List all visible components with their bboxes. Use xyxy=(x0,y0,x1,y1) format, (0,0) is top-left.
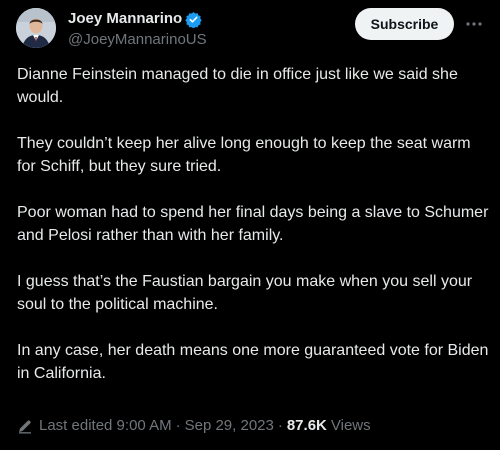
tweet-paragraph: They couldn’t keep her alive long enough… xyxy=(17,135,471,175)
tweet-paragraph: Dianne Feinstein managed to die in offic… xyxy=(17,66,458,106)
pencil-icon[interactable] xyxy=(17,418,33,434)
handle[interactable]: @JoeyMannarinoUS xyxy=(68,30,207,50)
tweet-text: Dianne Feinstein managed to die in offic… xyxy=(17,63,492,408)
separator: · xyxy=(277,417,283,434)
tweet-paragraph: Poor woman had to spend her final days b… xyxy=(17,204,489,244)
profile-photo-icon xyxy=(16,8,56,48)
author-block: Joey Mannarino @JoeyMannarinoUS xyxy=(68,9,207,50)
verified-badge-icon[interactable] xyxy=(185,11,202,28)
edited-label[interactable]: Last edited 9:00 AM xyxy=(39,416,172,436)
tweet-date[interactable]: Sep 29, 2023 xyxy=(185,416,274,436)
avatar[interactable] xyxy=(16,8,56,48)
views-label: Views xyxy=(330,417,371,434)
separator: · xyxy=(175,417,181,434)
more-horizontal-icon[interactable] xyxy=(464,14,484,34)
subscribe-button[interactable]: Subscribe xyxy=(355,8,454,40)
views-count[interactable]: 87.6K xyxy=(287,416,327,436)
display-name[interactable]: Joey Mannarino xyxy=(68,9,182,29)
tweet-card: Joey Mannarino @JoeyMannarinoUS Subscrib… xyxy=(0,0,500,450)
tweet-meta: Last edited 9:00 AM · Sep 29, 2023 · 87.… xyxy=(17,416,371,436)
tweet-paragraph: I guess that’s the Faustian bargain you … xyxy=(17,273,473,313)
tweet-paragraph: In any case, her death means one more gu… xyxy=(17,342,489,382)
name-row: Joey Mannarino xyxy=(68,9,207,29)
